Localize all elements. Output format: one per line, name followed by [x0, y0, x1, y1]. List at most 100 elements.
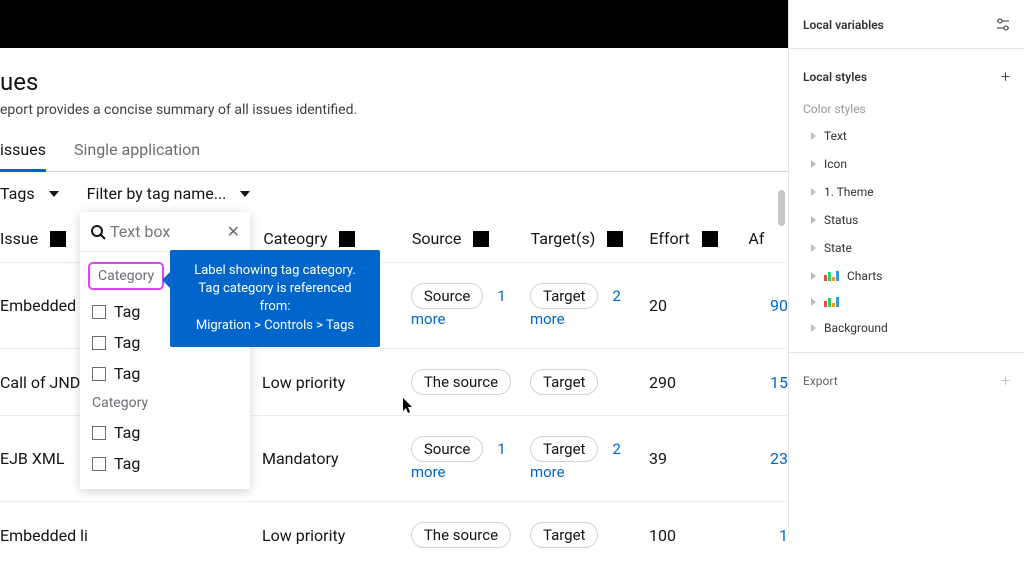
sort-icon: [702, 231, 718, 247]
category-cell: Low priority: [262, 373, 411, 392]
source-pill[interactable]: The source: [411, 522, 511, 548]
target-cell: Target: [530, 369, 649, 395]
local-variables-section[interactable]: Local variables: [789, 0, 1024, 40]
top-app-bar: [0, 0, 788, 48]
page-title: ues: [0, 48, 788, 96]
sort-icon: [339, 231, 355, 247]
chevron-right-icon: [811, 244, 816, 252]
source-cell: Source 1 more: [411, 283, 530, 328]
col-category-header[interactable]: Cateogry: [263, 229, 412, 248]
tab-single-application[interactable]: Single application: [74, 140, 200, 171]
clear-icon[interactable]: ✕: [227, 222, 240, 241]
source-cell: Source 1 more: [411, 436, 530, 481]
affected-link[interactable]: 1: [779, 526, 788, 545]
chevron-right-icon: [811, 216, 816, 224]
affected-link[interactable]: 90: [770, 296, 788, 315]
plus-icon[interactable]: +: [1001, 371, 1010, 390]
source-pill[interactable]: Source: [411, 436, 483, 462]
affected-link[interactable]: 23: [770, 449, 788, 468]
sort-icon: [50, 231, 66, 247]
col-issue-header[interactable]: Issue: [0, 229, 89, 248]
col-source-header[interactable]: Source: [412, 229, 531, 248]
category-cell: Mandatory: [262, 449, 411, 468]
tag-search-row: ✕: [80, 212, 250, 252]
target-cell: Target 2 more: [530, 436, 649, 481]
target-pill[interactable]: Target: [530, 436, 599, 462]
chevron-right-icon: [811, 188, 816, 196]
effort-cell: 39: [649, 449, 748, 468]
sort-icon: [473, 231, 489, 247]
tabs: issues Single application: [0, 140, 788, 172]
plus-icon[interactable]: +: [1001, 67, 1010, 86]
category-cell: Low priority: [262, 526, 411, 545]
chevron-right-icon: [811, 272, 816, 280]
source-cell: The source: [411, 522, 530, 548]
filter-bar: Tags Filter by tag name...: [0, 172, 788, 211]
table-row[interactable]: Embedded li Low priority The source Targ…: [0, 501, 788, 568]
checkbox-icon: [92, 336, 106, 350]
style-item-state[interactable]: State: [789, 234, 1024, 262]
local-styles-section[interactable]: Local styles +: [789, 49, 1024, 94]
style-list: Text Icon 1. Theme Status State Charts B…: [789, 120, 1024, 344]
tag-option[interactable]: Tag: [80, 417, 250, 448]
col-affected-header[interactable]: Af: [748, 229, 788, 248]
export-section[interactable]: Export +: [789, 353, 1024, 398]
target-pill[interactable]: Target: [530, 369, 599, 395]
design-panel: Local variables Local styles + Color sty…: [788, 0, 1024, 536]
chart-icon: [824, 297, 839, 307]
tag-category-label: Category: [80, 389, 250, 417]
checkbox-icon: [92, 305, 106, 319]
cursor-icon: [403, 398, 415, 418]
search-icon: [90, 224, 106, 240]
tag-search-input[interactable]: [106, 220, 240, 243]
chevron-right-icon: [811, 132, 816, 140]
tags-dropdown[interactable]: Tags: [0, 184, 59, 203]
tag-category-label: Category: [88, 262, 164, 290]
effort-cell: 290: [649, 373, 748, 392]
sort-icon: [607, 231, 623, 247]
checkbox-icon: [92, 367, 106, 381]
source-pill[interactable]: The source: [411, 369, 511, 395]
style-item-text[interactable]: Text: [789, 122, 1024, 150]
style-item-status[interactable]: Status: [789, 206, 1024, 234]
col-targets-header[interactable]: Target(s): [531, 229, 650, 248]
main-area: ues eport provides a concise summary of …: [0, 0, 788, 536]
effort-cell: 20: [649, 296, 748, 315]
filter-by-name-label: Filter by tag name...: [87, 184, 227, 203]
color-styles-label: Color styles: [789, 94, 1024, 120]
tooltip-line: Tag category is referenced from:: [184, 280, 366, 316]
style-item-theme[interactable]: 1. Theme: [789, 178, 1024, 206]
col-effort-header[interactable]: Effort: [649, 229, 748, 248]
source-cell: The source: [411, 369, 530, 395]
page-description: eport provides a concise summary of all …: [0, 96, 788, 118]
source-pill[interactable]: Source: [411, 283, 483, 309]
chart-icon: [824, 271, 839, 281]
chevron-right-icon: [811, 160, 816, 168]
target-pill[interactable]: Target: [530, 522, 599, 548]
filter-by-name-dropdown[interactable]: Filter by tag name...: [87, 184, 251, 203]
annotation-tooltip: Label showing tag category. Tag category…: [170, 250, 380, 347]
sliders-icon[interactable]: [996, 18, 1010, 32]
checkbox-icon: [92, 457, 106, 471]
tab-issues[interactable]: issues: [0, 140, 46, 172]
style-item-charts[interactable]: Charts: [789, 262, 1024, 290]
issue-cell: Embedded li: [0, 526, 262, 545]
chevron-right-icon: [811, 324, 816, 332]
chevron-right-icon: [811, 298, 816, 306]
target-cell: Target 2 more: [530, 283, 649, 328]
style-item-background[interactable]: Background: [789, 314, 1024, 342]
scrollbar[interactable]: [778, 190, 785, 226]
chevron-down-icon: [240, 191, 250, 197]
tooltip-line: Migration > Controls > Tags: [184, 317, 366, 335]
effort-cell: 100: [649, 526, 748, 545]
style-item-chart2[interactable]: [789, 290, 1024, 314]
style-item-icon[interactable]: Icon: [789, 150, 1024, 178]
chevron-down-icon: [49, 191, 59, 197]
affected-link[interactable]: 15: [770, 373, 788, 392]
tags-dropdown-label: Tags: [0, 184, 35, 203]
tag-option[interactable]: Tag: [80, 358, 250, 389]
checkbox-icon: [92, 426, 106, 440]
target-pill[interactable]: Target: [530, 283, 599, 309]
tag-option[interactable]: Tag: [80, 448, 250, 479]
tooltip-line: Label showing tag category.: [184, 262, 366, 280]
